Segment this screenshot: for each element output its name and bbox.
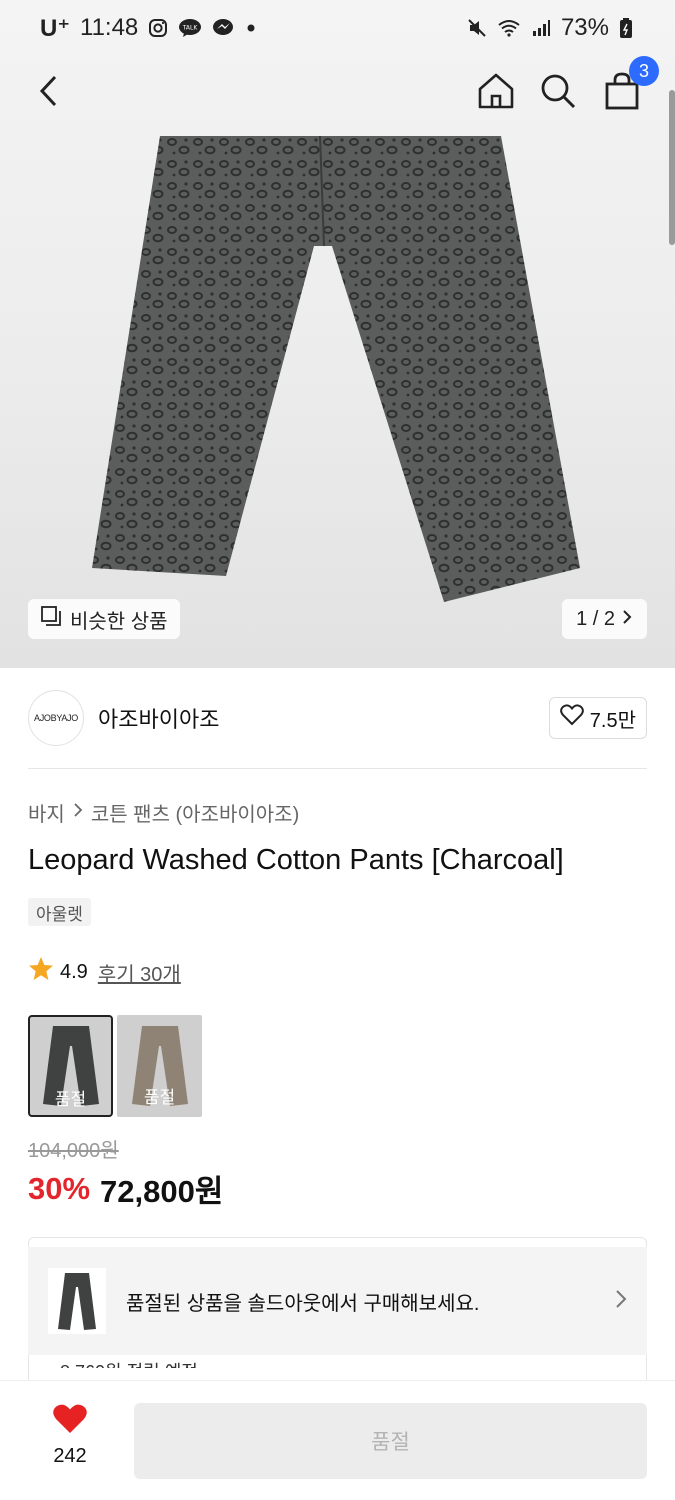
soldout-label: 품절 — [54, 1090, 87, 1109]
similar-products-label: 비슷한 상품 — [70, 610, 168, 633]
original-price: 104,000원 — [28, 1140, 119, 1162]
back-icon — [38, 74, 60, 113]
breadcrumb-category[interactable]: 바지 — [28, 798, 65, 827]
messenger-icon — [212, 18, 236, 38]
brand-like-button[interactable]: 7.5만 — [548, 697, 647, 739]
points-text-partial: 8,760원 적립 예정 — [60, 1358, 198, 1368]
search-icon — [539, 72, 577, 115]
search-button[interactable] — [533, 68, 583, 118]
top-navigation: 3 — [0, 56, 675, 124]
color-option-charcoal[interactable]: 품절 — [28, 1015, 113, 1117]
brand-logo-text: AJOBYAJO — [34, 713, 78, 723]
banner-text: 품절된 상품을 솔드아웃에서 구매해보세요. — [126, 1292, 480, 1315]
mute-icon — [467, 18, 487, 38]
brand-like-count: 7.5만 — [589, 709, 636, 732]
home-button[interactable] — [471, 68, 521, 118]
brand-name[interactable]: 아조바이아조 — [98, 702, 219, 734]
brand-row[interactable]: AJOBYAJO 아조바이아조 7.5만 — [28, 689, 647, 747]
cart-button[interactable]: 3 — [597, 56, 659, 118]
price-row: 30% 72,800원 — [28, 1166, 223, 1211]
star-icon — [28, 956, 54, 988]
home-icon — [477, 72, 515, 115]
signal-icon — [531, 18, 551, 38]
carrier-label: U⁺ — [40, 14, 70, 42]
chevron-right-icon — [73, 801, 83, 824]
status-bar: U⁺ 11:48 TALK 73% — [0, 0, 675, 56]
chevron-right-icon — [615, 1289, 627, 1314]
dot-icon — [246, 23, 256, 33]
review-count-link[interactable]: 후기 30개 — [98, 958, 181, 987]
wifi-icon — [497, 18, 521, 38]
page-indicator: 1 / 2 — [576, 607, 615, 630]
product-title: Leopard Washed Cotton Pants [Charcoal] — [28, 844, 564, 876]
discount-rate: 30% — [28, 1170, 91, 1206]
product-image — [92, 136, 580, 602]
cart-count-badge: 3 — [629, 56, 659, 86]
breadcrumb: 바지 코튼 팬츠 (아조바이아조) — [28, 798, 299, 827]
similar-products-icon — [40, 605, 62, 633]
clock: 11:48 — [80, 14, 139, 41]
heart-filled-icon — [52, 1403, 88, 1441]
similar-products-button[interactable]: 비슷한 상품 — [28, 599, 180, 639]
product-like-button[interactable]: 242 — [40, 1403, 100, 1468]
kakaotalk-icon: TALK — [178, 18, 202, 38]
back-button[interactable] — [24, 68, 74, 118]
color-option-beige[interactable]: 품절 — [117, 1015, 202, 1117]
heart-outline-icon — [559, 704, 584, 732]
divider — [28, 768, 647, 769]
outlet-tag: 아울렛 — [28, 898, 91, 926]
instagram-icon — [148, 18, 168, 38]
chevron-right-icon — [621, 608, 633, 631]
color-options: 품절 품절 — [28, 1015, 202, 1117]
image-pager[interactable]: 1 / 2 — [562, 599, 647, 639]
rating-value: 4.9 — [60, 960, 88, 983]
soldout-banner[interactable]: 품절된 상품을 솔드아웃에서 구매해보세요. — [28, 1247, 647, 1355]
svg-text:TALK: TALK — [182, 25, 199, 32]
battery-icon — [619, 17, 633, 39]
battery-percent: 73% — [560, 14, 609, 41]
bottom-action-bar: 242 품절 — [0, 1380, 675, 1500]
rating-row: 4.9 후기 30개 — [28, 956, 181, 988]
product-like-count: 242 — [53, 1445, 87, 1467]
sale-price: 72,800원 — [100, 1174, 224, 1209]
banner-thumbnail — [48, 1268, 106, 1334]
soldout-label: 품절 — [143, 1088, 176, 1107]
brand-logo[interactable]: AJOBYAJO — [28, 690, 84, 746]
breadcrumb-subcategory[interactable]: 코튼 팬츠 (아조바이아조) — [91, 798, 299, 827]
buy-button[interactable]: 품절 — [134, 1403, 647, 1479]
